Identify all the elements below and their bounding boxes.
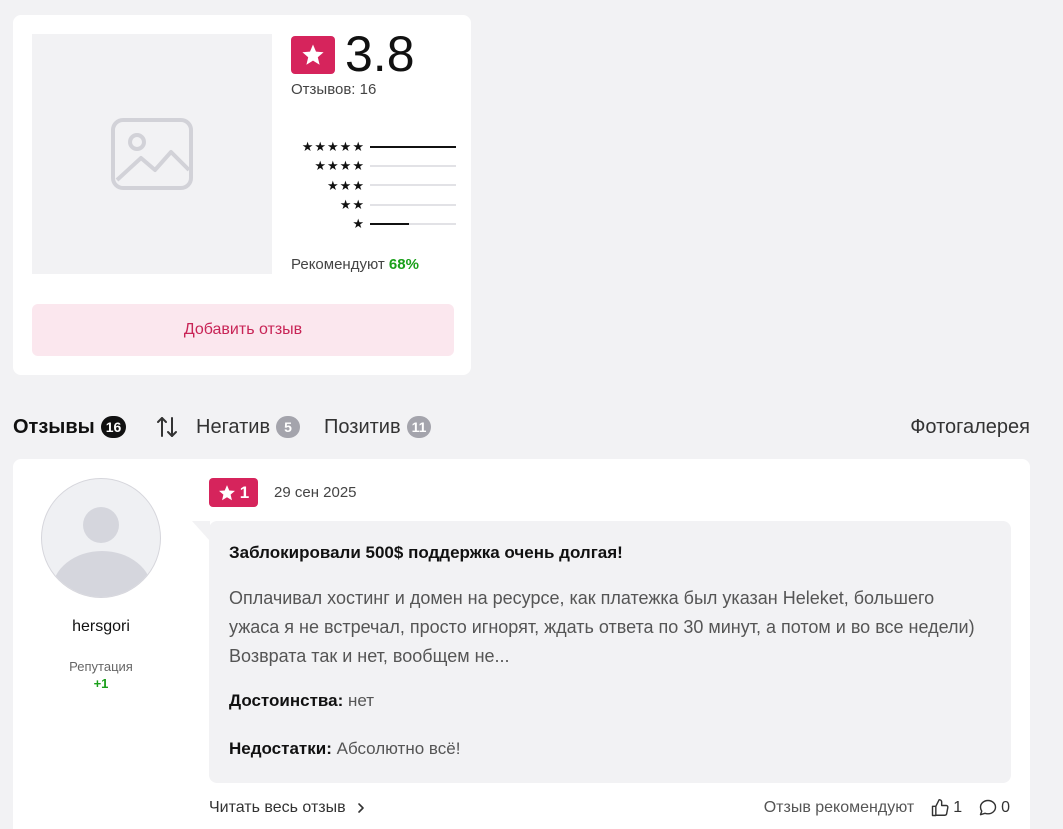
recommend-label: Рекомендуют [291,256,385,273]
tab-positive-label: Позитив [324,415,401,438]
reputation-value: +1 [93,676,109,691]
avatar-head-shape [83,507,119,543]
rating-distribution: ★★★★★ ★★★★ ★★★ ★★ ★ [291,137,456,233]
review-rating-value: 1 [239,482,250,502]
tab-negative[interactable]: Негатив 5 [196,412,301,442]
review-footer: Отзыв рекомендуют 1 0 [764,798,1010,818]
distribution-stars: ★★ [339,197,365,213]
star-icon [218,484,235,500]
review-title: Заблокировали 500$ поддержка очень долга… [229,543,623,562]
pros-value: нет [348,691,375,710]
distribution-bar [370,203,456,206]
review-cons: Недостатки: Абсолютно всё! [229,739,460,759]
review-card: hersgori Репутация +1 1 29 сен 2025 Забл… [13,459,1030,829]
distribution-bar [370,145,456,148]
review-date: 29 сен 2025 [274,484,357,501]
distribution-bar-fill [370,222,409,225]
cons-value: Абсолютно всё! [336,739,461,758]
distribution-row: ★★★★ [291,156,456,175]
image-placeholder-icon [111,118,193,190]
read-full-review-link[interactable]: Читать весь отзыв [209,799,368,817]
recommend-summary: Рекомендуют 68% [291,256,419,273]
tab-reviews-count: 16 [100,416,127,438]
tab-negative-count: 5 [276,416,301,438]
average-rating: 3.8 [345,26,415,82]
distribution-stars: ★★★ [327,177,365,193]
product-image-placeholder [32,34,272,274]
review-recommend-label: Отзыв рекомендуют [763,799,915,816]
tab-positive-count: 11 [406,416,432,438]
distribution-bar [370,222,456,225]
distribution-row: ★★ [291,195,456,214]
star-icon [302,44,324,65]
reputation-label: Репутация [69,659,133,674]
tab-reviews[interactable]: Отзывы 16 [13,412,127,442]
recommend-percent: 68% [388,256,419,273]
review-rating-badge: 1 [209,478,258,507]
distribution-bar-fill [370,145,456,148]
rating-star-badge [291,36,335,74]
thumbs-up-icon [931,798,949,817]
like-button[interactable]: 1 [930,798,962,818]
pros-label: Достоинства: [229,691,344,710]
bubble-tail [192,521,210,541]
avatar[interactable] [41,478,161,598]
distribution-stars: ★ [352,216,365,232]
distribution-stars: ★★★★ [314,158,365,174]
distribution-stars: ★★★★★ [301,139,365,155]
photo-gallery-link[interactable]: Фотогалерея [910,412,1030,442]
review-text: Оплачивал хостинг и домен на ресурсе, ка… [229,588,975,666]
review-tabs: Отзывы 16 Негатив 5 Позитив 11 Фотогалер… [13,412,1033,442]
read-more-label: Читать весь отзыв [209,799,346,816]
distribution-bar [370,184,456,187]
comment-button[interactable]: 0 [978,798,1010,818]
distribution-row: ★★★ [291,176,456,195]
sort-icon [157,417,177,437]
chevron-right-icon [358,802,364,813]
review-body: Заблокировали 500$ поддержка очень долга… [209,521,1011,783]
add-review-button[interactable]: Добавить отзыв [32,304,454,356]
tab-positive[interactable]: Позитив 11 [324,412,432,442]
cons-label: Недостатки: [229,739,332,758]
rating-summary-card: 3.8 Отзывов: 16 ★★★★★ ★★★★ ★★★ ★★ ★ Рекоменд… [13,15,471,375]
distribution-row: ★ [291,214,456,233]
distribution-row: ★★★★★ [291,137,456,156]
comment-count: 0 [1001,799,1010,816]
review-pros: Достоинства: нет [229,691,374,711]
sort-button[interactable] [155,415,179,444]
avatar-body-shape [52,551,152,597]
tab-reviews-label: Отзывы [13,415,95,438]
author-name[interactable]: hersgori [13,618,189,636]
tab-negative-label: Негатив [196,415,271,438]
like-count: 1 [953,799,963,816]
distribution-bar [370,164,456,167]
reviews-count: Отзывов: 16 [291,81,377,98]
comment-icon [979,799,997,816]
